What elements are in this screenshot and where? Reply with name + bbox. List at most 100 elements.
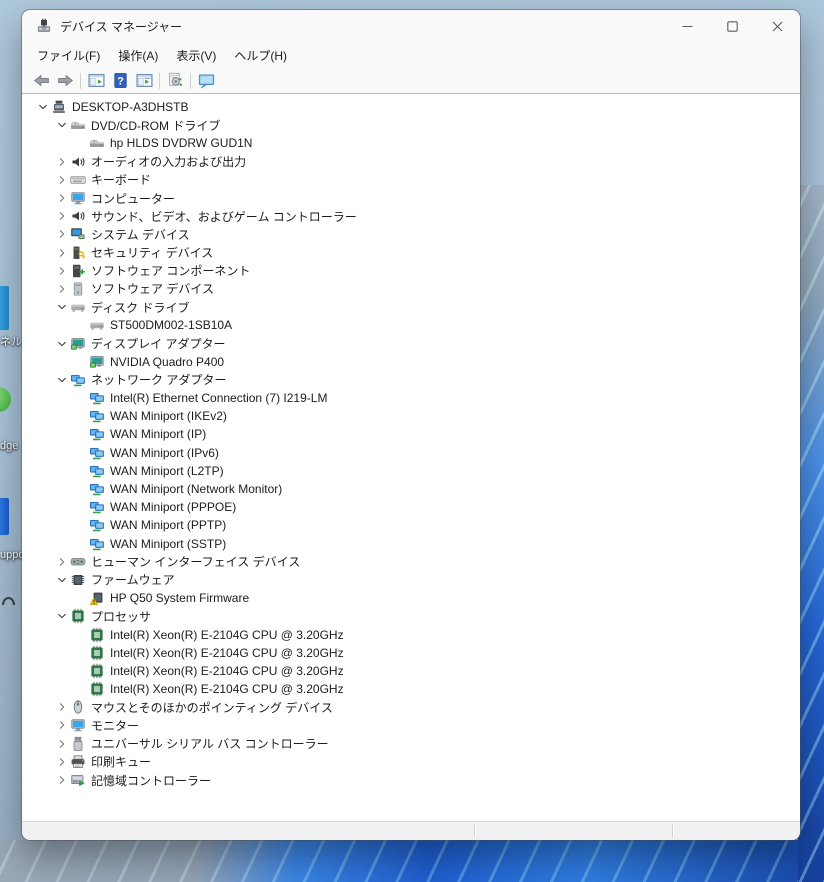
tree-item[interactable]: マウスとそのほかのポインティング デバイス <box>22 698 800 716</box>
chevron-down-icon[interactable] <box>53 117 70 133</box>
chevron-right-icon[interactable] <box>53 190 70 206</box>
tree-item[interactable]: モニター <box>22 716 800 734</box>
chevron-right-icon[interactable] <box>53 699 70 715</box>
chevron-right-icon[interactable] <box>53 263 70 279</box>
tree-item[interactable]: ディスプレイ アダプター <box>22 334 800 352</box>
expander-spacer <box>72 463 89 479</box>
menu-file[interactable]: ファイル(F) <box>28 44 109 67</box>
security-icon <box>70 245 86 261</box>
desktop-icon-label[interactable]: dge <box>0 440 18 453</box>
chevron-right-icon[interactable] <box>53 772 70 788</box>
desktop-icon-label[interactable]: ネル <box>0 336 22 349</box>
chevron-right-icon[interactable] <box>53 208 70 224</box>
tree-item[interactable]: システム デバイス <box>22 225 800 243</box>
scan-hardware-changes-button[interactable] <box>163 70 187 92</box>
back-arrow-icon <box>33 72 50 89</box>
desktop-icon-partial-4[interactable] <box>2 597 15 605</box>
processor-icon <box>70 608 86 624</box>
properties-panel-button[interactable] <box>132 70 156 92</box>
tree-item[interactable]: WAN Miniport (PPTP) <box>22 516 800 534</box>
tree-item[interactable]: ネットワーク アダプター <box>22 371 800 389</box>
show-console-tree-button[interactable] <box>84 70 108 92</box>
chevron-down-icon[interactable] <box>53 372 70 388</box>
back-button[interactable] <box>29 70 53 92</box>
tree-item[interactable]: ソフトウェア コンポーネント <box>22 262 800 280</box>
menu-view[interactable]: 表示(V) <box>167 44 225 67</box>
tree-item[interactable]: セキュリティ デバイス <box>22 244 800 262</box>
tree-item-label: マウスとそのほかのポインティング デバイス <box>91 699 333 716</box>
tree-item[interactable]: サウンド、ビデオ、およびゲーム コントローラー <box>22 207 800 225</box>
tree-item[interactable]: WAN Miniport (SSTP) <box>22 535 800 553</box>
cd-drive-icon <box>70 117 86 133</box>
tree-item[interactable]: Intel(R) Xeon(R) E-2104G CPU @ 3.20GHz <box>22 644 800 662</box>
maximize-button[interactable] <box>710 10 755 42</box>
tree-item[interactable]: NVIDIA Quadro P400 <box>22 353 800 371</box>
desktop-icon-partial-1[interactable] <box>0 286 9 330</box>
close-icon <box>772 21 783 32</box>
chevron-right-icon[interactable] <box>53 717 70 733</box>
menu-action[interactable]: 操作(A) <box>109 44 167 67</box>
tree-item-label: WAN Miniport (IP) <box>110 427 206 441</box>
tree-item[interactable]: Intel(R) Xeon(R) E-2104G CPU @ 3.20GHz <box>22 662 800 680</box>
close-button[interactable] <box>755 10 800 42</box>
tree-item[interactable]: オーディオの入力および出力 <box>22 153 800 171</box>
tree-item-label: ヒューマン インターフェイス デバイス <box>91 553 300 570</box>
help-dialog-button[interactable] <box>194 70 218 92</box>
chevron-right-icon[interactable] <box>53 281 70 297</box>
chevron-right-icon[interactable] <box>53 736 70 752</box>
chevron-down-icon[interactable] <box>53 572 70 588</box>
toolbar-separator <box>190 73 191 89</box>
tree-item[interactable]: ST500DM002-1SB10A <box>22 316 800 334</box>
tree-item-label: hp HLDS DVDRW GUD1N <box>110 136 252 150</box>
tree-item[interactable]: ユニバーサル シリアル バス コントローラー <box>22 735 800 753</box>
chevron-right-icon[interactable] <box>53 154 70 170</box>
chevron-right-icon[interactable] <box>53 226 70 242</box>
tree-item[interactable]: 記憶域コントローラー <box>22 771 800 789</box>
tree-item[interactable]: WAN Miniport (IPv6) <box>22 444 800 462</box>
menu-help[interactable]: ヘルプ(H) <box>225 44 296 67</box>
network-icon <box>89 390 105 406</box>
minimize-button[interactable] <box>665 10 710 42</box>
console-tree-icon <box>88 72 105 89</box>
tree-item[interactable]: プロセッサ <box>22 607 800 625</box>
chevron-down-icon[interactable] <box>53 336 70 352</box>
chevron-right-icon[interactable] <box>53 754 70 770</box>
desktop-icon-partial-3[interactable] <box>0 498 9 535</box>
tree-item[interactable]: キーボード <box>22 171 800 189</box>
display-adapter-icon <box>70 336 86 352</box>
chevron-down-icon[interactable] <box>53 299 70 315</box>
window-title: デバイス マネージャー <box>60 18 182 35</box>
desktop-icon-label[interactable]: uppo <box>0 549 24 562</box>
tree-item[interactable]: WAN Miniport (L2TP) <box>22 462 800 480</box>
tree-item[interactable]: 印刷キュー <box>22 753 800 771</box>
tree-item[interactable]: ディスク ドライブ <box>22 298 800 316</box>
tree-item[interactable]: HP Q50 System Firmware <box>22 589 800 607</box>
tree-item[interactable]: ファームウェア <box>22 571 800 589</box>
chevron-down-icon[interactable] <box>34 99 51 115</box>
tree-item[interactable]: コンピューター <box>22 189 800 207</box>
tree-item[interactable]: WAN Miniport (IP) <box>22 425 800 443</box>
chevron-right-icon[interactable] <box>53 554 70 570</box>
tree-item[interactable]: DVD/CD-ROM ドライブ <box>22 116 800 134</box>
tree-item[interactable]: WAN Miniport (IKEv2) <box>22 407 800 425</box>
tree-item[interactable]: Intel(R) Xeon(R) E-2104G CPU @ 3.20GHz <box>22 625 800 643</box>
tree-item[interactable]: ソフトウェア デバイス <box>22 280 800 298</box>
tree-item[interactable]: Intel(R) Ethernet Connection (7) I219-LM <box>22 389 800 407</box>
tree-item[interactable]: DESKTOP-A3DHSTB <box>22 98 800 116</box>
help-button[interactable]: ? <box>108 70 132 92</box>
chevron-right-icon[interactable] <box>53 172 70 188</box>
forward-button[interactable] <box>53 70 77 92</box>
mouse-icon <box>70 699 86 715</box>
tree-item[interactable]: hp HLDS DVDRW GUD1N <box>22 134 800 152</box>
chevron-right-icon[interactable] <box>53 245 70 261</box>
network-icon <box>89 445 105 461</box>
tree-item[interactable]: Intel(R) Xeon(R) E-2104G CPU @ 3.20GHz <box>22 680 800 698</box>
tree-item[interactable]: WAN Miniport (PPPOE) <box>22 498 800 516</box>
tree-item[interactable]: WAN Miniport (Network Monitor) <box>22 480 800 498</box>
tree-item[interactable]: ヒューマン インターフェイス デバイス <box>22 553 800 571</box>
software-component-icon <box>70 263 86 279</box>
maximize-icon <box>727 21 738 32</box>
chevron-down-icon[interactable] <box>53 608 70 624</box>
title-bar[interactable]: デバイス マネージャー <box>22 10 800 42</box>
desktop-icon-partial-2[interactable] <box>0 387 11 412</box>
